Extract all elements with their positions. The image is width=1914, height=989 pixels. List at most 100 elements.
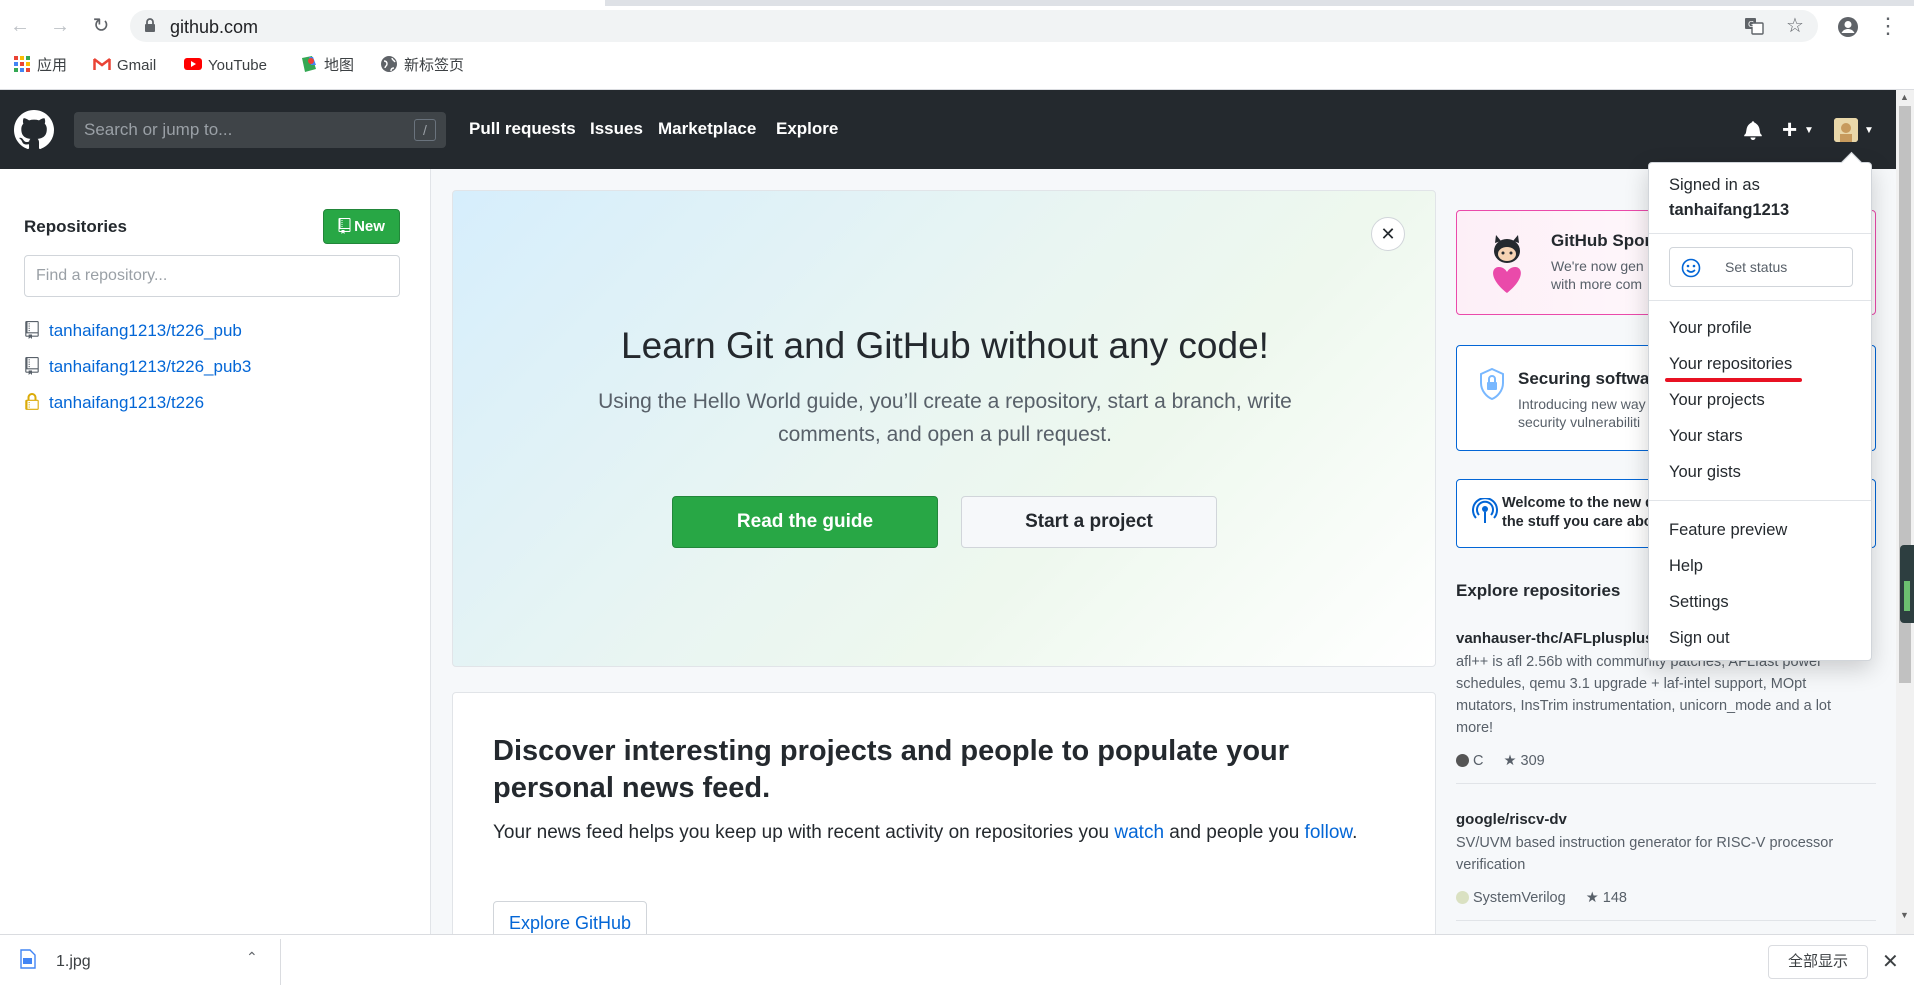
watch-link[interactable]: watch <box>1114 822 1164 843</box>
bookmarks-bar: 应用 Gmail YouTube 地图 新标签页 <box>0 52 1914 80</box>
address-row: ← → ↻ github.com G ☆ ⋮ <box>0 6 1914 46</box>
account-circle-icon[interactable] <box>1837 16 1858 37</box>
star-icon: ★ <box>1503 753 1517 769</box>
divider <box>1456 783 1876 784</box>
menu-your-repositories[interactable]: Your repositories <box>1669 355 1792 374</box>
divider <box>1649 500 1871 501</box>
signed-in-as-label: Signed in as <box>1669 176 1760 194</box>
star-icon: ★ <box>1585 890 1599 906</box>
repo-link[interactable]: tanhaifang1213/t226_pub3 <box>24 357 251 381</box>
lock-icon <box>25 393 39 410</box>
explore-repositories-title: Explore repositories <box>1456 581 1621 600</box>
language-color-dot <box>1456 891 1469 904</box>
create-new-plus-icon[interactable]: + <box>1782 115 1797 143</box>
bookmark-youtube[interactable]: YouTube <box>184 55 267 77</box>
nav-marketplace[interactable]: Marketplace <box>658 119 756 139</box>
menu-feature-preview[interactable]: Feature preview <box>1669 521 1787 540</box>
repo-stars[interactable]: 148 <box>1603 890 1627 906</box>
reload-icon[interactable]: ↻ <box>89 14 113 38</box>
bell-icon[interactable] <box>1744 120 1762 140</box>
youtube-icon <box>184 58 202 70</box>
explore-repo-description: SV/UVM based instruction generator for R… <box>1456 835 1834 873</box>
follow-link[interactable]: follow <box>1305 822 1353 843</box>
find-repository-input[interactable] <box>24 255 400 297</box>
divider <box>1456 920 1876 921</box>
start-a-project-button[interactable]: Start a project <box>961 496 1217 548</box>
address-bar[interactable]: github.com G ☆ <box>130 10 1818 42</box>
repo-link[interactable]: tanhaifang1213/t226_pub <box>24 321 242 345</box>
github-header: / Pull requests Issues Marketplace Explo… <box>0 90 1896 169</box>
maps-icon <box>302 56 316 72</box>
divider <box>1649 300 1871 301</box>
signed-in-username: tanhaifang1213 <box>1669 201 1790 219</box>
show-all-downloads-button[interactable]: 全部显示 <box>1768 945 1868 979</box>
avatar[interactable] <box>1834 118 1858 142</box>
menu-your-profile[interactable]: Your profile <box>1669 319 1752 338</box>
promo-desc: Welcome to the new d <box>1502 495 1655 511</box>
nav-explore[interactable]: Explore <box>776 119 838 139</box>
github-logo-icon[interactable] <box>14 110 54 150</box>
explore-repo-meta: C ★ 309 <box>1456 753 1545 769</box>
new-repository-button[interactable]: New <box>323 209 400 244</box>
translate-icon[interactable]: G <box>1744 16 1764 36</box>
octocat-heart-icon <box>1493 235 1521 293</box>
repo-language: SystemVerilog <box>1473 890 1566 906</box>
discover-text: and people you <box>1164 822 1305 843</box>
bookmark-gmail[interactable]: Gmail <box>93 55 156 77</box>
banner-title: Learn Git and GitHub without any code! <box>621 325 1269 366</box>
discover-body: Your news feed helps you keep up with re… <box>493 818 1393 848</box>
github-search[interactable]: / <box>74 112 446 148</box>
menu-your-projects[interactable]: Your projects <box>1669 391 1765 410</box>
avatar-chevron-down-icon[interactable]: ▼ <box>1864 125 1874 136</box>
nav-pull-requests[interactable]: Pull requests <box>469 119 576 139</box>
discover-panel: Discover interesting projects and people… <box>452 692 1436 952</box>
repositories-sidebar: Repositories New tanhaifang1213/t226_pub… <box>0 169 431 934</box>
repo-stars[interactable]: 309 <box>1521 753 1545 769</box>
scroll-down-arrow-icon[interactable]: ▼ <box>1900 910 1909 920</box>
repo-icon <box>25 321 39 339</box>
explore-repo-description: afl++ is afl 2.56b with community patche… <box>1456 654 1832 736</box>
explore-repo-name[interactable]: google/riscv-dv <box>1456 811 1567 828</box>
forward-icon[interactable]: → <box>48 14 72 38</box>
chevron-up-icon[interactable]: ⌃ <box>246 949 258 966</box>
menu-your-gists[interactable]: Your gists <box>1669 463 1741 482</box>
promo-title: Securing softwar <box>1518 369 1656 388</box>
divider <box>280 939 281 985</box>
more-vert-icon[interactable]: ⋮ <box>1877 15 1899 37</box>
hello-world-banner: ✕ Learn Git and GitHub without any code!… <box>452 190 1436 667</box>
back-icon[interactable]: ← <box>8 14 32 38</box>
menu-help[interactable]: Help <box>1669 557 1703 576</box>
user-dropdown-menu: Signed in as tanhaifang1213 Set status Y… <box>1648 162 1872 661</box>
repo-link-private[interactable]: tanhaifang1213/t226 <box>24 393 204 417</box>
scroll-up-arrow-icon[interactable]: ▲ <box>1900 92 1909 102</box>
side-widget-indicator <box>1904 581 1910 611</box>
menu-settings[interactable]: Settings <box>1669 593 1729 612</box>
bookmark-maps[interactable]: 地图 <box>300 55 354 77</box>
promo-desc: the stuff you care abo <box>1502 514 1653 530</box>
globe-icon <box>381 56 397 72</box>
bookmark-apps[interactable]: 应用 <box>13 55 67 77</box>
language-color-dot <box>1456 754 1469 767</box>
page-scrollbar[interactable]: ▲ ▼ <box>1896 90 1914 934</box>
download-file-name[interactable]: 1.jpg <box>56 953 91 971</box>
set-status-button[interactable]: Set status <box>1669 247 1853 287</box>
download-bar: 1.jpg ⌃ 全部显示 ✕ <box>0 934 1914 989</box>
menu-your-stars[interactable]: Your stars <box>1669 427 1743 446</box>
bookmark-new-tab[interactable]: 新标签页 <box>380 55 464 77</box>
repo-name: tanhaifang1213/t226 <box>49 393 205 412</box>
search-input[interactable] <box>74 112 446 148</box>
explore-repo-meta: SystemVerilog ★ 148 <box>1456 890 1627 906</box>
close-icon[interactable]: ✕ <box>1882 949 1899 974</box>
nav-issues[interactable]: Issues <box>590 119 643 139</box>
explore-repo-name[interactable]: vanhauser-thc/AFLplusplus <box>1456 630 1654 647</box>
side-widget-tab[interactable] <box>1900 545 1914 623</box>
repo-language: C <box>1473 753 1484 769</box>
repositories-title: Repositories <box>24 217 127 236</box>
chevron-down-icon[interactable]: ▼ <box>1804 125 1814 136</box>
star-bookmark-icon[interactable]: ☆ <box>1785 16 1805 36</box>
read-the-guide-button[interactable]: Read the guide <box>672 496 938 548</box>
menu-sign-out[interactable]: Sign out <box>1669 629 1730 648</box>
bookmark-label: 地图 <box>324 57 355 74</box>
close-icon[interactable]: ✕ <box>1371 217 1405 251</box>
repo-name: tanhaifang1213/t226_pub3 <box>49 357 252 376</box>
